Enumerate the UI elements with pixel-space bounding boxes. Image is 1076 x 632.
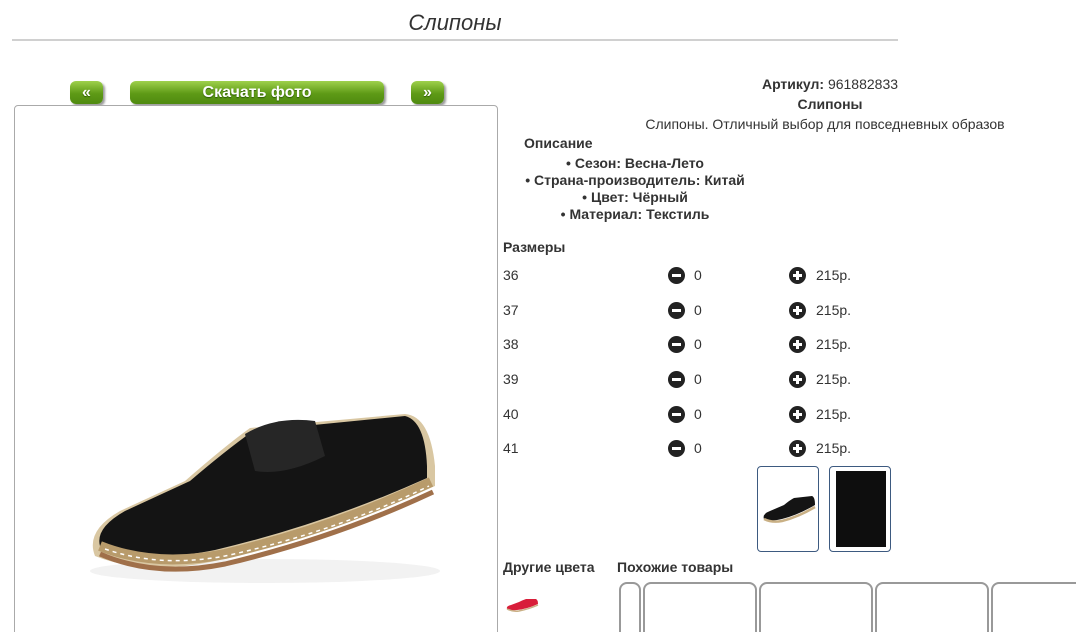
plus-icon[interactable] bbox=[789, 267, 806, 284]
minus-icon[interactable] bbox=[668, 406, 685, 423]
sku-value: 961882833 bbox=[827, 76, 899, 92]
price-value: 215р. bbox=[816, 371, 852, 387]
plus-icon[interactable] bbox=[789, 406, 806, 423]
shoe-thumbnail-image bbox=[763, 496, 816, 523]
price-value: 215р. bbox=[816, 406, 852, 422]
minus-icon[interactable] bbox=[668, 336, 685, 353]
sku-line: Артикул: 961882833 bbox=[640, 76, 1020, 92]
property-item: Материал: Текстиль bbox=[500, 206, 770, 223]
minus-icon[interactable] bbox=[668, 371, 685, 388]
quantity-value: 0 bbox=[694, 440, 702, 456]
product-name: Слипоны bbox=[797, 96, 863, 112]
quantity-value: 0 bbox=[694, 406, 702, 422]
property-item: Страна-производитель: Китай bbox=[500, 172, 770, 189]
size-row: 38 0 215р. bbox=[503, 336, 903, 356]
photo-thumbnail[interactable] bbox=[757, 466, 819, 552]
fabric-closeup-image bbox=[836, 471, 886, 547]
price-value: 215р. bbox=[816, 440, 852, 456]
size-value: 38 bbox=[503, 336, 519, 352]
minus-icon[interactable] bbox=[668, 440, 685, 457]
prev-photo-button[interactable]: « bbox=[70, 81, 103, 104]
size-row: 40 0 215р. bbox=[503, 406, 903, 426]
download-photo-button[interactable]: Скачать фото bbox=[130, 81, 384, 104]
main-product-photo[interactable] bbox=[14, 105, 498, 632]
price-value: 215р. bbox=[816, 336, 852, 352]
sku-label: Артикул: bbox=[761, 76, 825, 92]
similar-products-heading: Похожие товары bbox=[617, 559, 734, 575]
similar-product-card[interactable] bbox=[991, 582, 1076, 632]
plus-icon[interactable] bbox=[789, 302, 806, 319]
other-colors-heading: Другие цвета bbox=[503, 559, 595, 575]
page-title: Слипоны bbox=[408, 10, 502, 35]
size-row: 37 0 215р. bbox=[503, 302, 903, 322]
photo-thumbnail[interactable] bbox=[829, 466, 891, 552]
size-value: 37 bbox=[503, 302, 519, 318]
similar-product-card[interactable] bbox=[759, 582, 873, 632]
sizes-heading: Размеры bbox=[503, 239, 566, 255]
shoe-image bbox=[90, 414, 440, 583]
size-value: 40 bbox=[503, 406, 519, 422]
quantity-value: 0 bbox=[694, 371, 702, 387]
plus-icon[interactable] bbox=[789, 336, 806, 353]
price-value: 215р. bbox=[816, 302, 852, 318]
description-heading: Описание bbox=[524, 135, 593, 151]
quantity-value: 0 bbox=[694, 302, 702, 318]
quantity-value: 0 bbox=[694, 267, 702, 283]
size-row: 41 0 215р. bbox=[503, 440, 903, 460]
title-divider bbox=[12, 39, 898, 41]
red-shoe-image bbox=[506, 599, 539, 612]
similar-product-card[interactable] bbox=[643, 582, 757, 632]
property-item: Сезон: Весна-Лето bbox=[500, 155, 770, 172]
quantity-value: 0 bbox=[694, 336, 702, 352]
next-photo-button[interactable]: » bbox=[411, 81, 444, 104]
size-value: 39 bbox=[503, 371, 519, 387]
plus-icon[interactable] bbox=[789, 371, 806, 388]
size-value: 36 bbox=[503, 267, 519, 283]
size-row: 39 0 215р. bbox=[503, 371, 903, 391]
product-description: Слипоны. Отличный выбор для повседневных… bbox=[645, 116, 1005, 132]
size-value: 41 bbox=[503, 440, 519, 456]
similar-product-card[interactable] bbox=[875, 582, 989, 632]
price-value: 215р. bbox=[816, 267, 852, 283]
minus-icon[interactable] bbox=[668, 302, 685, 319]
size-row: 36 0 215р. bbox=[503, 267, 903, 287]
property-item: Цвет: Чёрный bbox=[500, 189, 770, 206]
minus-icon[interactable] bbox=[668, 267, 685, 284]
plus-icon[interactable] bbox=[789, 440, 806, 457]
properties-list: Сезон: Весна-Лето Страна-производитель: … bbox=[500, 155, 770, 223]
other-color-thumbnail[interactable] bbox=[505, 597, 539, 620]
similar-product-card[interactable] bbox=[619, 582, 641, 632]
